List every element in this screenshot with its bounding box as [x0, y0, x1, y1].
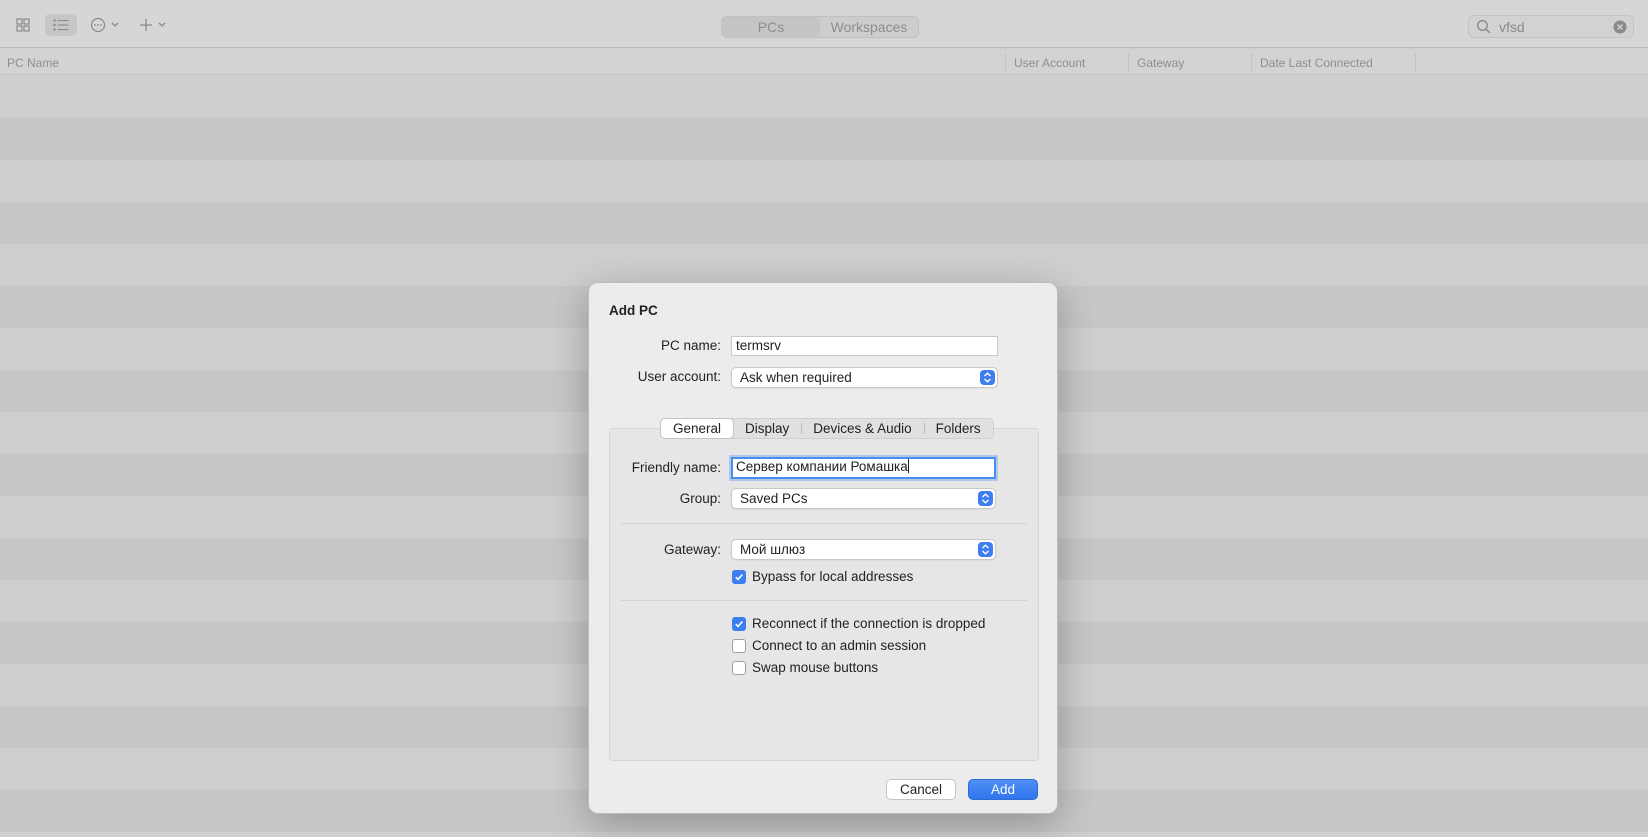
chevron-down-icon: [158, 22, 166, 27]
grid-view-button[interactable]: [10, 14, 36, 36]
toolbar: PCs Workspaces vfsd: [0, 0, 1648, 48]
gateway-popup[interactable]: Мой шлюз: [731, 539, 996, 560]
user-account-popup[interactable]: Ask when required: [731, 367, 998, 388]
tab-display[interactable]: Display: [733, 419, 801, 438]
tab-folders[interactable]: Folders: [923, 419, 993, 438]
tab-devices-audio[interactable]: Devices & Audio: [801, 419, 923, 438]
list-icon: [53, 19, 69, 31]
checkmark-icon: [732, 569, 746, 584]
column-header-pc-name[interactable]: PC Name: [7, 56, 59, 70]
settings-tabs: General Display Devices & Audio Folders: [660, 418, 994, 439]
group-popup[interactable]: Saved PCs: [731, 488, 996, 509]
add-menu-button[interactable]: [135, 14, 171, 36]
group-label: Group:: [679, 491, 721, 506]
friendly-name-value: Сервер компании Ромашка: [736, 459, 908, 474]
dialog-title: Add PC: [609, 303, 658, 318]
segment-pcs[interactable]: PCs: [722, 17, 820, 37]
pc-name-label: PC name:: [660, 338, 721, 353]
cancel-button[interactable]: Cancel: [886, 779, 956, 800]
unchecked-box-icon: [732, 638, 746, 653]
user-account-label: User account:: [637, 369, 721, 384]
column-divider: [1128, 53, 1129, 71]
user-account-value: Ask when required: [740, 370, 852, 385]
more-options-button[interactable]: [87, 14, 123, 36]
column-divider: [1251, 53, 1252, 71]
swap-mouse-checkbox[interactable]: Swap mouse buttons: [732, 660, 878, 675]
checkmark-icon: [732, 616, 746, 631]
search-icon: [1477, 19, 1491, 33]
segment-workspaces[interactable]: Workspaces: [820, 17, 918, 37]
reconnect-label: Reconnect if the connection is dropped: [752, 616, 986, 631]
ellipsis-circle-icon: [90, 17, 106, 33]
pc-name-field[interactable]: termsrv: [731, 336, 998, 356]
column-divider: [1005, 53, 1006, 71]
gateway-label: Gateway:: [663, 542, 721, 557]
clear-search-icon[interactable]: [1613, 20, 1627, 34]
divider: [621, 523, 1027, 524]
search-input[interactable]: vfsd: [1499, 19, 1613, 35]
bypass-local-checkbox[interactable]: Bypass for local addresses: [732, 569, 913, 584]
plus-icon: [140, 19, 152, 31]
chevron-down-icon: [111, 22, 119, 27]
column-header-gateway[interactable]: Gateway: [1137, 56, 1184, 70]
grid-icon: [16, 18, 30, 32]
popup-arrows-icon: [978, 491, 993, 506]
column-divider: [1415, 53, 1416, 71]
add-button[interactable]: Add: [968, 779, 1038, 800]
column-header-user-account[interactable]: User Account: [1014, 56, 1085, 70]
reconnect-checkbox[interactable]: Reconnect if the connection is dropped: [732, 616, 985, 631]
admin-session-label: Connect to an admin session: [752, 638, 927, 653]
tab-general[interactable]: General: [661, 419, 734, 438]
friendly-name-field[interactable]: Сервер компании Ромашка: [731, 457, 996, 479]
friendly-name-label: Friendly name:: [631, 460, 721, 475]
swap-mouse-label: Swap mouse buttons: [752, 660, 879, 675]
table-header: PC Name User Account Gateway Date Last C…: [0, 49, 1648, 75]
search-field[interactable]: vfsd: [1468, 15, 1634, 38]
add-pc-dialog: Add PC PC name: termsrv User account: As…: [588, 282, 1058, 814]
text-cursor: [907, 459, 909, 473]
bypass-local-label: Bypass for local addresses: [752, 569, 914, 584]
gateway-value: Мой шлюз: [740, 542, 806, 557]
divider: [621, 600, 1027, 601]
popup-arrows-icon: [980, 370, 995, 385]
popup-arrows-icon: [978, 542, 993, 557]
admin-session-checkbox[interactable]: Connect to an admin session: [732, 638, 926, 653]
unchecked-box-icon: [732, 660, 746, 675]
view-segmented-control: PCs Workspaces: [721, 16, 919, 38]
list-view-button[interactable]: [45, 14, 77, 36]
group-value: Saved PCs: [740, 491, 808, 506]
column-header-date-last-connected[interactable]: Date Last Connected: [1260, 56, 1373, 70]
